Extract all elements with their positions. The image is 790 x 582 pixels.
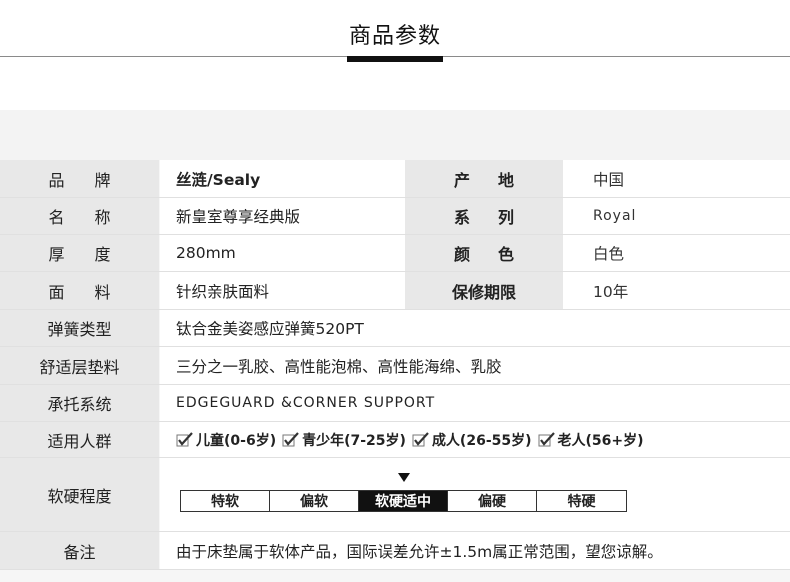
value-color: 白色 (563, 235, 790, 271)
firmness-level: 特硬 (537, 491, 626, 511)
row-thickness: 厚度 280mm 颜色 白色 (0, 235, 790, 272)
row-firmness: 软硬程度 特软 偏软 软硬适中 偏硬 特硬 (0, 458, 790, 532)
row-note: 备注 由于床垫属于软体产品，国际误差允许±1.5m属正常范围，望您谅解。 (0, 532, 790, 570)
params-table: 品牌 丝涟/Sealy 产地 中国 名称 新皇室尊享经典版 系列 Royal 厚… (0, 160, 790, 582)
selected-indicator-icon (397, 473, 410, 482)
value-brand: 丝涟/Sealy (160, 160, 405, 197)
row-comfort: 舒适层垫料 三分之一乳胶、高性能泡棉、高性能海绵、乳胶 (0, 347, 790, 385)
label-name: 名称 (0, 198, 159, 234)
label-origin: 产地 (405, 160, 563, 197)
firmness-area: 特软 偏软 软硬适中 偏硬 特硬 (160, 458, 790, 531)
crowd-item-child: 儿童(0-6岁) (176, 430, 276, 450)
value-thickness: 280mm (160, 235, 405, 271)
crowd-label: 老人(56+岁) (557, 432, 644, 449)
label-crowd: 适用人群 (0, 422, 159, 457)
row-support: 承托系统 EDGEGUARD &CORNER SUPPORT (0, 385, 790, 422)
label-warranty: 保修期限 (405, 272, 563, 309)
check-icon (412, 431, 429, 446)
firmness-level: 偏软 (270, 491, 359, 511)
label-support: 承托系统 (0, 385, 159, 421)
value-origin: 中国 (563, 160, 790, 197)
row-brand: 品牌 丝涟/Sealy 产地 中国 (0, 160, 790, 198)
crowd-label: 儿童(0-6岁) (196, 432, 277, 449)
check-icon (282, 431, 299, 446)
check-icon (538, 431, 555, 446)
firmness-level: 偏硬 (448, 491, 537, 511)
value-name: 新皇室尊享经典版 (160, 198, 405, 234)
label-color: 颜色 (405, 235, 563, 271)
label-series: 系列 (405, 198, 563, 234)
label-brand: 品牌 (0, 160, 159, 197)
value-series: Royal (563, 198, 790, 234)
section-header: 商品参数 (0, 0, 790, 110)
value-spring: 钛合金美姿感应弹簧520PT (160, 310, 790, 346)
crowd-label: 成人(26-55岁) (431, 432, 532, 449)
header-accent-bar (347, 56, 443, 62)
label-comfort: 舒适层垫料 (0, 347, 159, 384)
crowd-item-adult: 成人(26-55岁) (412, 430, 532, 450)
label-fabric: 面料 (0, 272, 159, 309)
row-crowd: 适用人群 儿童(0-6岁) 青少年(7-25岁) 成人(26-55岁) 老人(5… (0, 422, 790, 458)
firmness-level: 软硬适中 (359, 491, 448, 511)
value-fabric: 针织亲肤面料 (160, 272, 405, 309)
label-spring: 弹簧类型 (0, 310, 159, 346)
row-spring: 弹簧类型 钛合金美姿感应弹簧520PT (0, 310, 790, 347)
value-support: EDGEGUARD &CORNER SUPPORT (160, 385, 790, 421)
label-thickness: 厚度 (0, 235, 159, 271)
row-name: 名称 新皇室尊享经典版 系列 Royal (0, 198, 790, 235)
crowd-label: 青少年(7-25岁) (302, 432, 406, 449)
firmness-bar: 特软 偏软 软硬适中 偏硬 特硬 (180, 490, 627, 512)
check-icon (176, 431, 193, 446)
label-firmness: 软硬程度 (0, 458, 159, 531)
crowd-list: 儿童(0-6岁) 青少年(7-25岁) 成人(26-55岁) 老人(56+岁) (160, 422, 790, 457)
spacer-band (0, 110, 790, 160)
value-note: 由于床垫属于软体产品，国际误差允许±1.5m属正常范围，望您谅解。 (160, 532, 790, 569)
label-note: 备注 (0, 532, 159, 569)
row-fabric: 面料 针织亲肤面料 保修期限 10年 (0, 272, 790, 310)
crowd-item-teen: 青少年(7-25岁) (282, 430, 406, 450)
page-title: 商品参数 (348, 24, 441, 49)
value-comfort: 三分之一乳胶、高性能泡棉、高性能海绵、乳胶 (160, 347, 790, 384)
crowd-item-senior: 老人(56+岁) (538, 430, 644, 450)
firmness-level: 特软 (181, 491, 270, 511)
value-warranty: 10年 (563, 272, 790, 309)
